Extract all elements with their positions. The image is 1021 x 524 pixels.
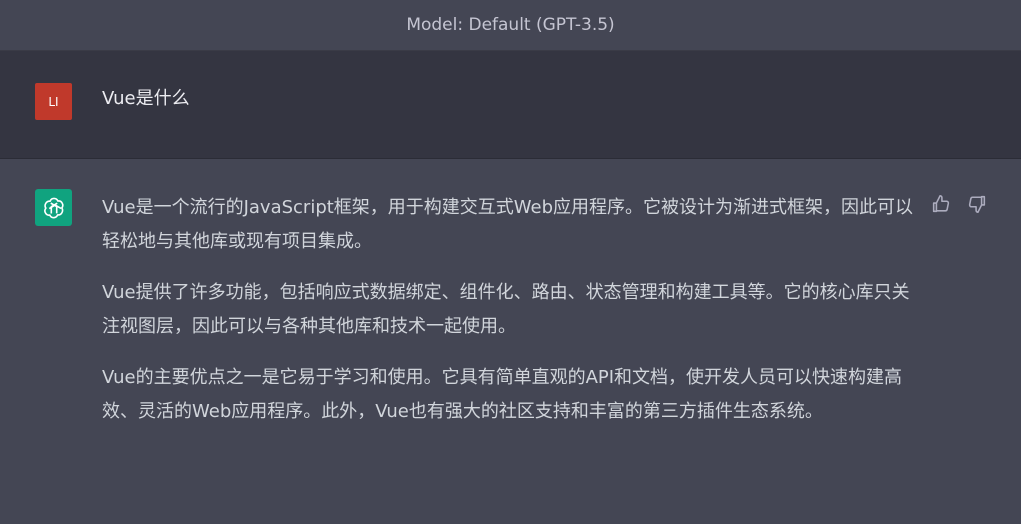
thumbs-down-icon[interactable] [966, 193, 988, 215]
model-header: Model: Default (GPT-3.5) [0, 0, 1021, 51]
assistant-paragraph: Vue提供了许多功能，包括响应式数据绑定、组件化、路由、状态管理和构建工具等。它… [102, 282, 910, 337]
openai-logo-icon [35, 189, 72, 226]
chat-page: Model: Default (GPT-3.5) LI Vue是什么 Vue是一… [0, 0, 1021, 524]
assistant-message-body: Vue是一个流行的JavaScript框架，用于构建交互式Web应用程序。它被设… [102, 191, 917, 446]
thumbs-up-icon[interactable] [930, 193, 952, 215]
user-message-row: LI Vue是什么 [0, 51, 1021, 159]
user-avatar: LI [35, 83, 72, 120]
user-message-text: Vue是什么 [102, 88, 190, 109]
assistant-paragraph: Vue的主要优点之一是它易于学习和使用。它具有简单直观的API和文档，使开发人员… [102, 367, 903, 422]
assistant-paragraph: Vue是一个流行的JavaScript框架，用于构建交互式Web应用程序。它被设… [102, 197, 914, 252]
user-avatar-initials: LI [48, 94, 59, 109]
model-label: Model: Default (GPT-3.5) [406, 15, 615, 35]
assistant-message-row: Vue是一个流行的JavaScript框架，用于构建交互式Web应用程序。它被设… [0, 159, 1021, 524]
feedback-controls [930, 193, 988, 215]
